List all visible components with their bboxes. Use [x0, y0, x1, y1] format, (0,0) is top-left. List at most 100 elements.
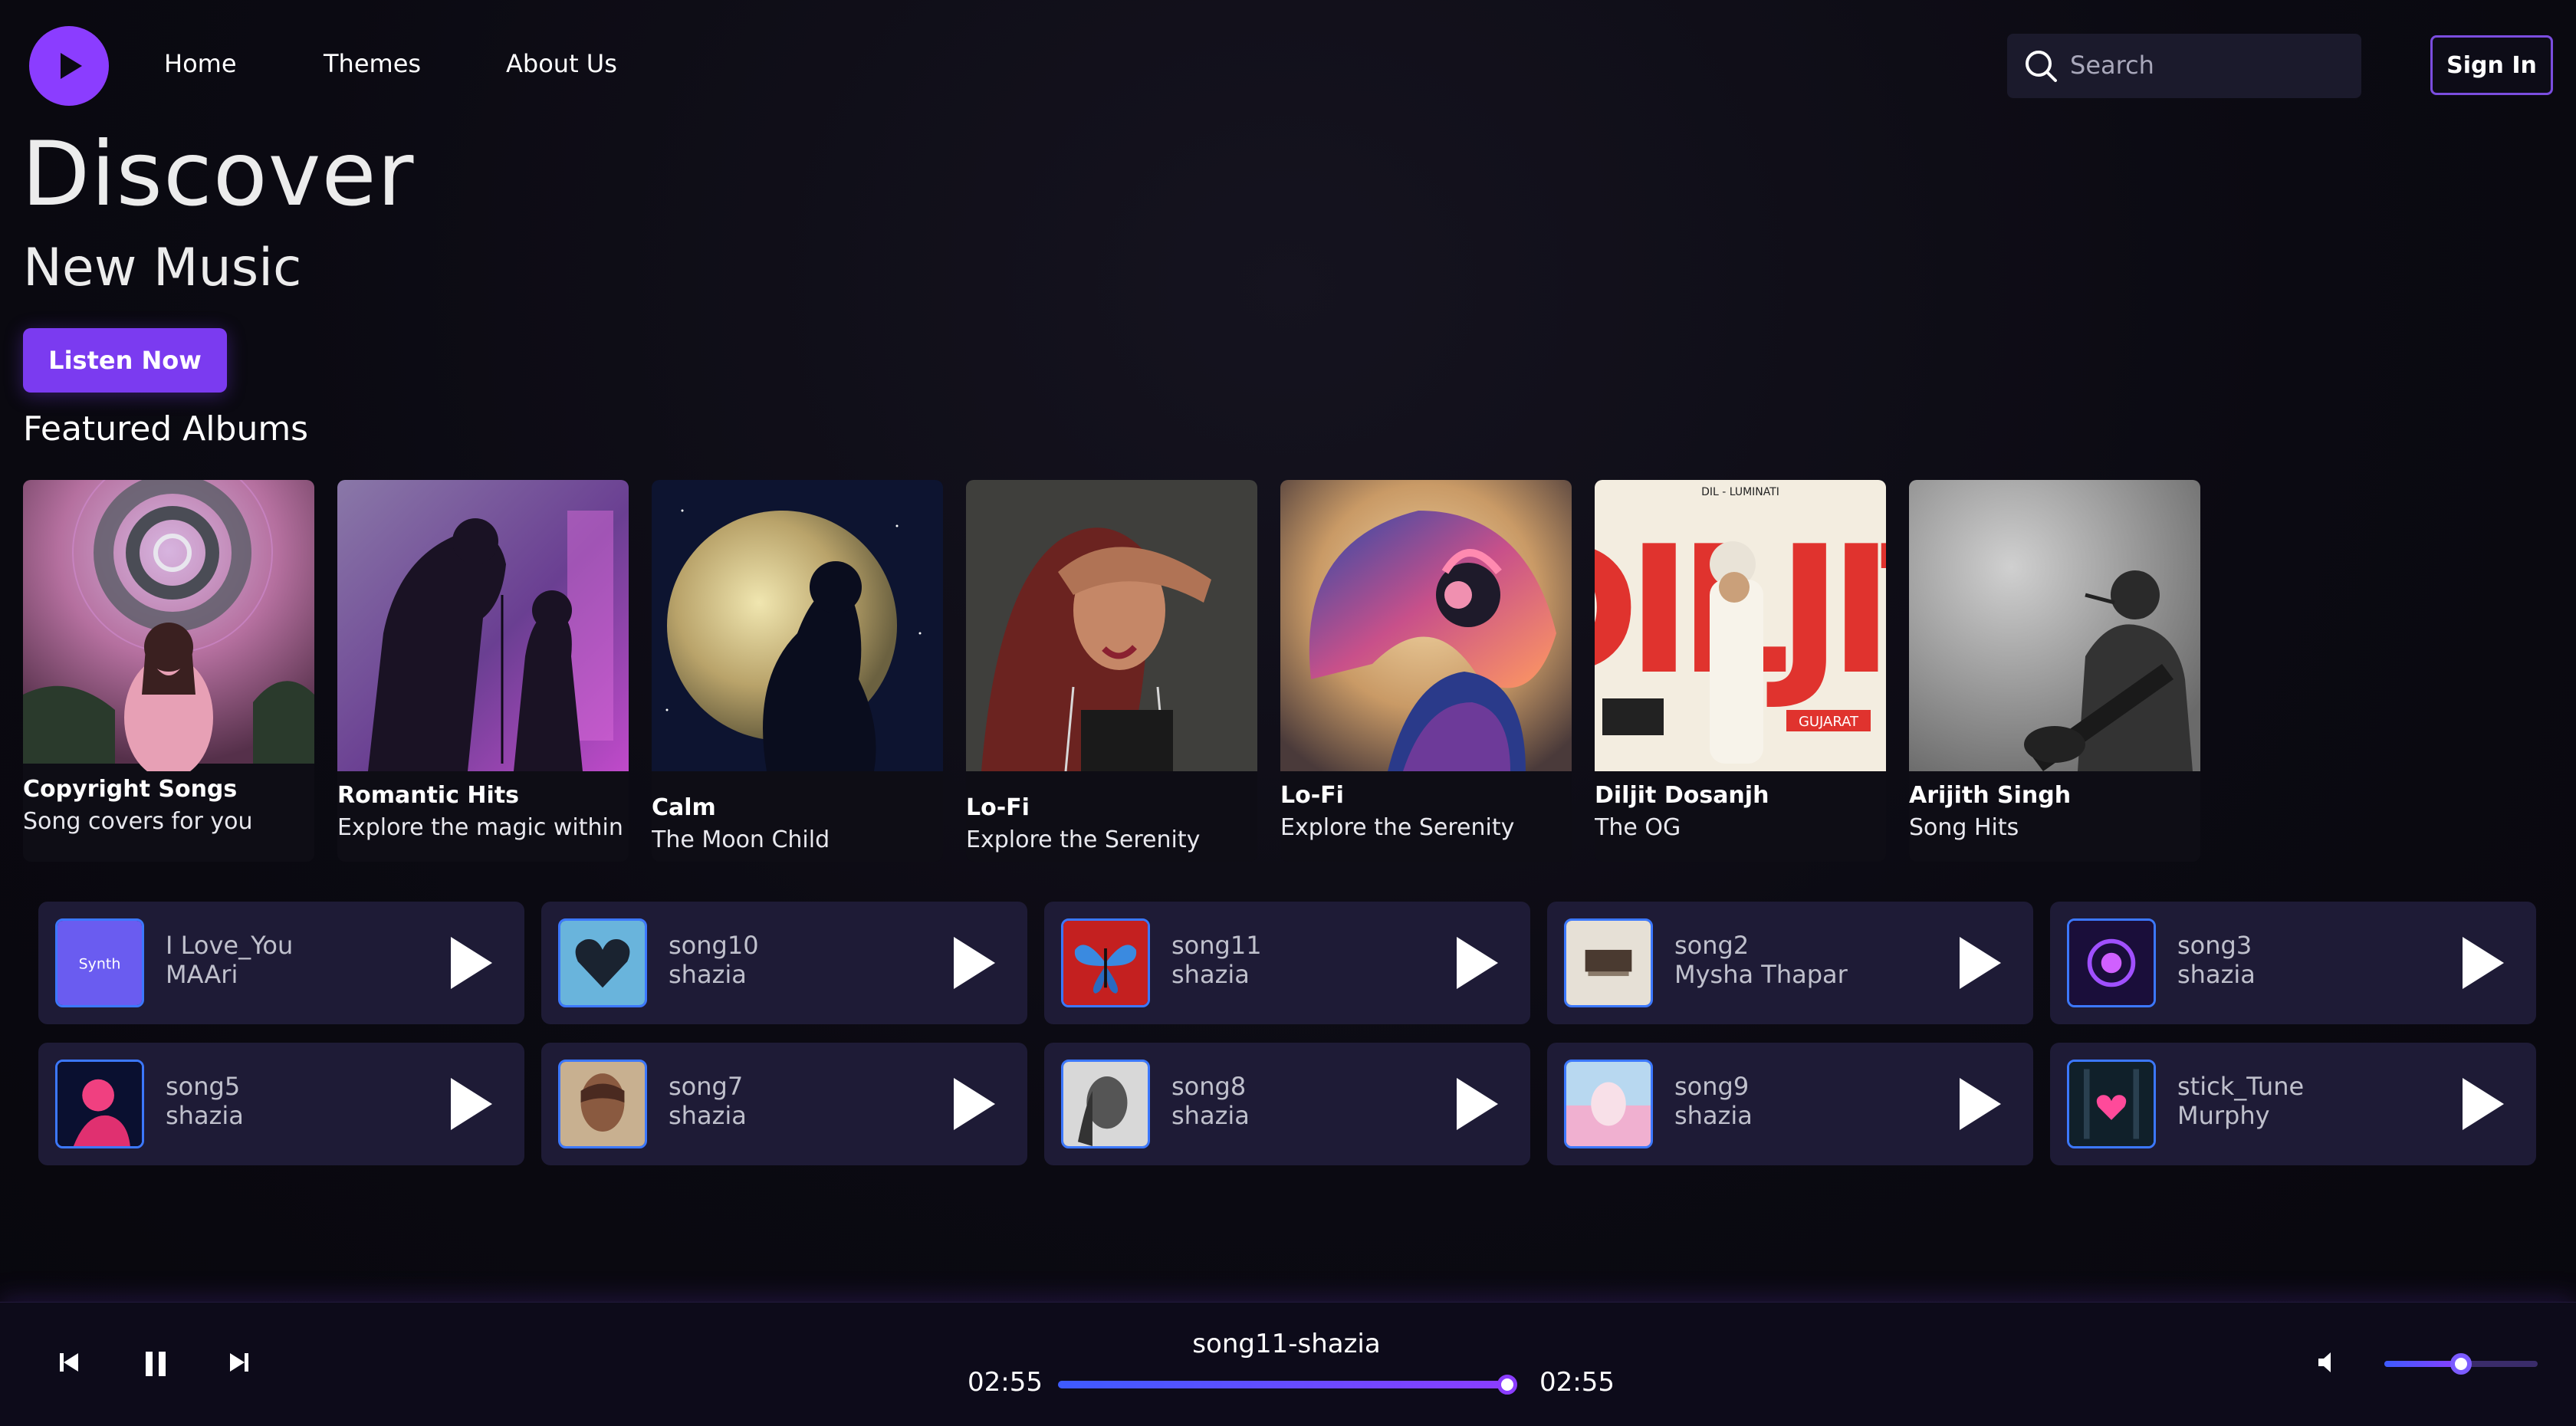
progress-bar[interactable]: [1058, 1375, 1517, 1395]
song-card[interactable]: song3 shazia: [2050, 902, 2536, 1024]
song-title: song2: [1674, 931, 1750, 960]
play-icon[interactable]: [951, 1076, 997, 1132]
song-thumbnail: [558, 918, 647, 1007]
album-title: Lo-Fi: [1280, 782, 1344, 809]
song-artist: shazia: [1171, 1101, 1250, 1130]
song-title: song11: [1171, 931, 1262, 960]
album-card[interactable]: DIL - LUMINATI DILJIT GUJARAT Diljit Dos…: [1595, 480, 1886, 862]
song-thumbnail: [1564, 1060, 1653, 1148]
nav-about-link[interactable]: About Us: [506, 49, 617, 78]
search-input[interactable]: [2070, 46, 2346, 84]
album-card[interactable]: Arijith Singh Song Hits: [1909, 480, 2200, 862]
album-cover-image: [1280, 480, 1572, 771]
song-artist: shazia: [1674, 1101, 1753, 1130]
thumb-label: Synth: [79, 956, 121, 973]
song-title: song7: [669, 1072, 744, 1101]
song-artist: shazia: [2177, 960, 2256, 989]
song-artist: shazia: [669, 1101, 747, 1130]
song-card[interactable]: song11 shazia: [1044, 902, 1530, 1024]
song-thumbnail: [55, 1060, 144, 1148]
album-cover-image: [966, 480, 1257, 771]
album-title: Copyright Songs: [23, 776, 238, 803]
album-cover-image: [1909, 480, 2200, 771]
search-icon: [2026, 51, 2057, 82]
album-title: Arijith Singh: [1909, 782, 2072, 809]
page-title: Discover: [21, 123, 415, 226]
player-bar: song11-shazia 02:55 02:55: [0, 1302, 2576, 1426]
song-title: I Love_You: [166, 931, 294, 960]
play-icon[interactable]: [1957, 1076, 2003, 1132]
song-artist: Murphy: [2177, 1101, 2270, 1130]
play-icon[interactable]: [448, 935, 494, 991]
skip-previous-icon[interactable]: [57, 1350, 81, 1375]
album-cover-image: [23, 480, 314, 771]
song-title: song10: [669, 931, 759, 960]
play-icon[interactable]: [448, 1076, 494, 1132]
album-subtitle: The Moon Child: [652, 826, 830, 853]
song-title: song5: [166, 1072, 241, 1101]
album-title: Romantic Hits: [337, 782, 520, 809]
song-card[interactable]: stick_Tune Murphy: [2050, 1043, 2536, 1165]
song-thumbnail: [558, 1060, 647, 1148]
album-title: Calm: [652, 794, 716, 821]
song-card[interactable]: song10 shazia: [541, 902, 1027, 1024]
song-title: song8: [1171, 1072, 1247, 1101]
song-card[interactable]: Synth I Love_You MAAri: [38, 902, 524, 1024]
album-card[interactable]: Lo-Fi Explore the Serenity: [1280, 480, 1572, 862]
song-title: stick_Tune: [2177, 1072, 2305, 1101]
song-card[interactable]: song5 shazia: [38, 1043, 524, 1165]
song-artist: shazia: [669, 960, 747, 989]
top-nav: Home Themes About Us Sign In: [0, 0, 2576, 130]
song-thumbnail: [2067, 1060, 2156, 1148]
play-icon[interactable]: [2459, 935, 2505, 991]
featured-albums-heading: Featured Albums: [23, 409, 309, 449]
song-card[interactable]: song2 Mysha Thapar: [1547, 902, 2033, 1024]
song-card[interactable]: song8 shazia: [1044, 1043, 1530, 1165]
album-subtitle: Explore the Serenity: [966, 826, 1201, 853]
play-icon: [61, 53, 82, 79]
album-subtitle: Explore the Serenity: [1280, 814, 1515, 841]
progress-fill: [1058, 1381, 1507, 1388]
cover-top-text: DIL - LUMINATI: [1701, 486, 1779, 498]
search-box[interactable]: [2007, 34, 2361, 98]
album-cover-image: [337, 480, 629, 771]
album-card[interactable]: Copyright Songs Song covers for you: [23, 480, 314, 862]
song-title: song9: [1674, 1072, 1750, 1101]
song-artist: shazia: [1171, 960, 1250, 989]
play-icon[interactable]: [951, 935, 997, 991]
song-artist: shazia: [166, 1101, 244, 1130]
play-icon[interactable]: [2459, 1076, 2505, 1132]
play-icon[interactable]: [1454, 1076, 1500, 1132]
cover-badge-text: GUJARAT: [1799, 714, 1859, 730]
album-title: Lo-Fi: [966, 794, 1030, 821]
logo-play-icon[interactable]: [29, 26, 109, 106]
song-artist: Mysha Thapar: [1674, 960, 1848, 989]
album-subtitle: Song Hits: [1909, 814, 2019, 841]
listen-now-button[interactable]: Listen Now: [23, 328, 227, 393]
play-icon[interactable]: [1454, 935, 1500, 991]
album-cover-image: [652, 480, 943, 771]
nav-themes-link[interactable]: Themes: [324, 49, 421, 78]
song-thumbnail: Synth: [55, 918, 144, 1007]
album-card[interactable]: Romantic Hits Explore the magic within: [337, 480, 629, 862]
song-card[interactable]: song7 shazia: [541, 1043, 1027, 1165]
skip-next-icon[interactable]: [227, 1350, 251, 1375]
album-title: Diljit Dosanjh: [1595, 782, 1769, 809]
album-card[interactable]: Lo-Fi Explore the Serenity: [966, 480, 1257, 862]
song-thumbnail: [1564, 918, 1653, 1007]
total-time: 02:55: [1539, 1367, 1615, 1398]
play-icon[interactable]: [1957, 935, 2003, 991]
sign-in-button[interactable]: Sign In: [2430, 35, 2553, 95]
nav-home-link[interactable]: Home: [164, 49, 237, 78]
song-title: song3: [2177, 931, 2252, 960]
album-card[interactable]: Calm The Moon Child: [652, 480, 943, 862]
pause-icon[interactable]: [143, 1350, 169, 1378]
current-time: 02:55: [968, 1367, 1043, 1398]
page-subtitle: New Music: [23, 238, 302, 298]
volume-icon[interactable]: [2315, 1349, 2343, 1376]
song-thumbnail: [1061, 1060, 1150, 1148]
volume-handle[interactable]: [2450, 1353, 2472, 1375]
volume-slider[interactable]: [2384, 1353, 2538, 1375]
progress-handle[interactable]: [1497, 1375, 1517, 1395]
song-card[interactable]: song9 shazia: [1547, 1043, 2033, 1165]
